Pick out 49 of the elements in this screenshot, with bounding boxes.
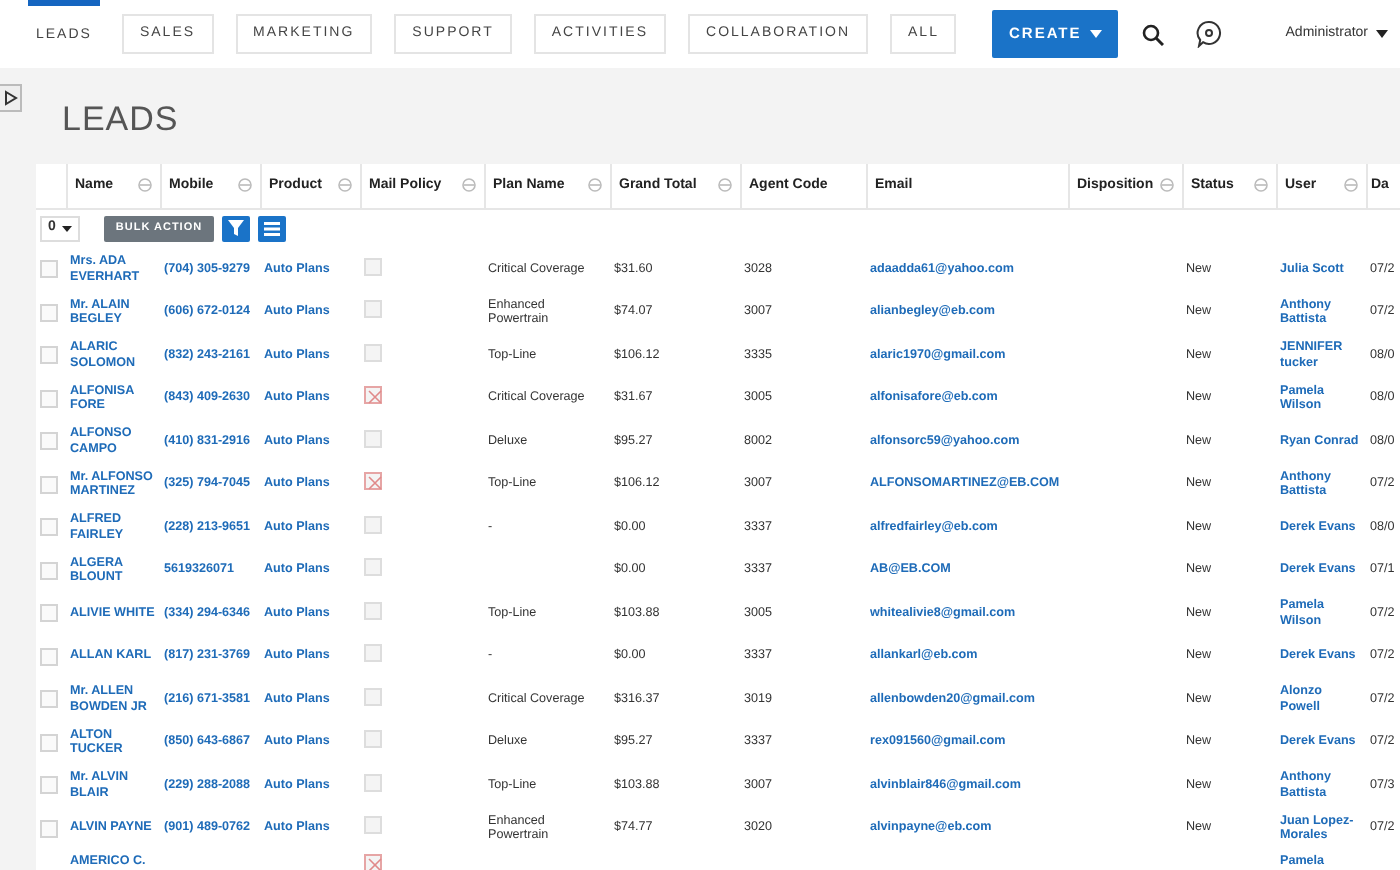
row-checkbox[interactable]	[40, 604, 58, 623]
sort-icon[interactable]	[587, 178, 601, 193]
mail-policy-checkbox[interactable]	[364, 687, 382, 706]
row-checkbox[interactable]	[40, 303, 58, 322]
mail-policy-checkbox[interactable]	[364, 429, 382, 448]
filter-button[interactable]	[222, 215, 251, 242]
sort-icon[interactable]	[1253, 178, 1267, 193]
caret-icon	[61, 225, 72, 232]
mail-policy-checkbox[interactable]	[364, 257, 382, 276]
sort-icon[interactable]	[137, 178, 151, 193]
row-checkbox[interactable]	[40, 518, 58, 537]
sort-icon[interactable]	[337, 178, 351, 193]
mail-policy-checkbox[interactable]	[364, 730, 382, 749]
mail-policy-checkbox[interactable]	[364, 601, 382, 620]
mail-policy-checkbox[interactable]	[364, 386, 382, 405]
mail-policy-checkbox[interactable]	[364, 644, 382, 663]
list-view-button[interactable]	[258, 215, 287, 242]
row-checkbox[interactable]	[40, 475, 58, 494]
row-checkbox[interactable]	[40, 432, 58, 451]
sidebar-toggle[interactable]	[0, 84, 22, 112]
row-checkbox[interactable]	[40, 260, 58, 279]
caret-icon	[1376, 30, 1388, 38]
row-checkbox[interactable]	[40, 733, 58, 752]
sort-icon[interactable]	[1343, 178, 1357, 193]
mail-policy-checkbox[interactable]	[364, 816, 382, 835]
sort-icon[interactable]	[237, 178, 251, 193]
search-icon[interactable]	[1141, 23, 1164, 45]
mail-policy-checkbox[interactable]	[364, 773, 382, 792]
row-checkbox[interactable]	[40, 561, 58, 580]
list-icon	[264, 221, 281, 236]
filter-icon	[228, 220, 245, 237]
row-checkbox[interactable]	[40, 389, 58, 408]
mail-policy-checkbox[interactable]	[364, 854, 382, 870]
row-checkbox[interactable]	[40, 647, 58, 666]
sort-icon[interactable]	[461, 178, 475, 193]
mail-policy-checkbox[interactable]	[364, 343, 382, 362]
mail-policy-checkbox[interactable]	[364, 472, 382, 491]
row-checkbox[interactable]	[40, 690, 58, 709]
row-checkbox[interactable]	[40, 819, 58, 838]
sort-icon[interactable]	[1159, 178, 1173, 193]
caret-icon	[1089, 30, 1102, 38]
mail-policy-checkbox[interactable]	[364, 300, 382, 319]
chat-bubble-icon[interactable]	[1195, 20, 1222, 48]
row-checkbox[interactable]	[40, 346, 58, 365]
sort-icon[interactable]	[717, 178, 731, 193]
page-title: LEADS	[62, 102, 179, 136]
mail-policy-checkbox[interactable]	[364, 515, 382, 534]
row-checkbox[interactable]	[40, 776, 58, 795]
mail-policy-checkbox[interactable]	[364, 558, 382, 577]
